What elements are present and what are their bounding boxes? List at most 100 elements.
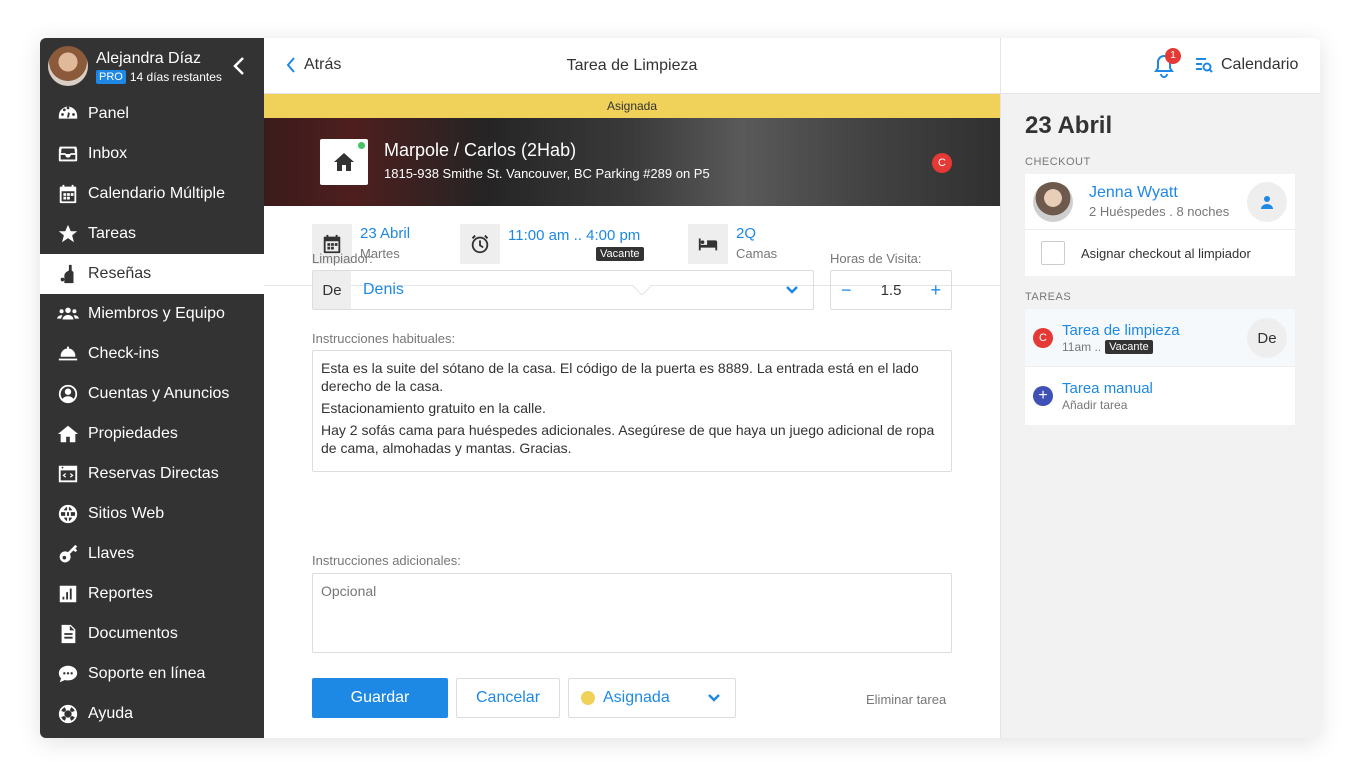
guest-details: 2 Huéspedes . 8 noches [1089, 204, 1230, 219]
assignee-avatar[interactable]: De [1247, 318, 1287, 358]
avatar [48, 46, 88, 86]
status-value: Asignada [603, 689, 670, 706]
sidebar-item-check-ins[interactable]: Check-ins [40, 334, 264, 374]
chart-icon [56, 582, 80, 606]
sidebar-item-propiedades[interactable]: Propiedades [40, 414, 264, 454]
day-panel: 1 Calendario 23 Abril CHECKOUT Jenna Wya… [1000, 38, 1320, 738]
sidebar-item-label: Reseñas [88, 265, 152, 282]
sidebar-item-label: Documentos [88, 625, 178, 642]
plan-badge: PRO [96, 69, 126, 84]
back-label: Atrás [304, 56, 342, 73]
task-beds[interactable]: 2Q [736, 224, 777, 244]
user-profile[interactable]: Alejandra Díaz PRO 14 días restantes [40, 38, 264, 94]
property-name[interactable]: Marpole / Carlos (2Hab) [384, 140, 576, 161]
cancel-button[interactable]: Cancelar [456, 678, 560, 718]
status-select[interactable]: Asignada [568, 678, 736, 718]
sidebar-item-label: Cuentas y Anuncios [88, 385, 230, 402]
cleaner-label: Limpiador: [312, 251, 373, 266]
main-content: Atrás Tarea de Limpieza Asignada Marpole… [264, 38, 1000, 738]
assign-checkout-checkbox[interactable] [1041, 241, 1065, 265]
sidebar-item-label: Llaves [88, 545, 135, 562]
calendar-icon [56, 182, 80, 206]
sidebar-item-soporte-en-linea[interactable]: Soporte en línea [40, 654, 264, 694]
sidebar-item-sitios-web[interactable]: Sitios Web [40, 494, 264, 534]
checkout-card: Jenna Wyatt 2 Huéspedes . 8 noches Asign… [1025, 174, 1295, 276]
top-bar-actions: 1 Calendario [1001, 38, 1320, 94]
sidebar-item-label: Propiedades [88, 425, 178, 442]
property-address: 1815-938 Smithe St. Vancouver, BC Parkin… [384, 166, 710, 181]
back-button[interactable]: Atrás [286, 56, 341, 74]
task-date[interactable]: 23 Abril [360, 224, 410, 244]
task-time[interactable]: 11:00 am .. 4:00 pm [508, 226, 644, 246]
sidebar-item-calendario-multiple[interactable]: Calendario Múltiple [40, 174, 264, 214]
status-dot [581, 691, 595, 705]
user-icon [1261, 196, 1273, 209]
task-name[interactable]: Tarea de limpieza [1062, 322, 1180, 339]
bell-service-icon [56, 342, 80, 366]
usual-instructions-label: Instrucciones habituales: [312, 331, 456, 346]
manual-task-name[interactable]: Tarea manual [1062, 380, 1153, 397]
home-icon [56, 422, 80, 446]
hours-label: Horas de Visita: [830, 251, 922, 266]
calendar-label: Calendario [1221, 56, 1299, 73]
sidebar-item-cuentas-y-anuncios[interactable]: Cuentas y Anuncios [40, 374, 264, 414]
extra-instructions-textarea[interactable]: Opcional [312, 573, 952, 653]
decrement-button[interactable]: − [841, 280, 852, 301]
guest-row[interactable]: Jenna Wyatt 2 Huéspedes . 8 noches [1025, 174, 1295, 230]
task-row[interactable]: C Tarea de limpieza 11am .. Vacante De [1025, 309, 1295, 367]
cleaning-badge: C [932, 153, 952, 173]
guest-name[interactable]: Jenna Wyatt [1089, 184, 1229, 202]
sidebar-item-label: Calendario Múltiple [88, 185, 225, 202]
vacancy-tag: Vacante [596, 247, 644, 261]
cleaner-avatar: De [313, 271, 351, 309]
add-manual-task-row[interactable]: + Tarea manual Añadir tarea [1025, 367, 1295, 425]
sidebar-item-reportes[interactable]: Reportes [40, 574, 264, 614]
sidebar-item-label: Panel [88, 105, 129, 122]
hours-value[interactable]: 1.5 [881, 282, 902, 299]
sidebar-item-tareas[interactable]: Tareas [40, 214, 264, 254]
home-icon [334, 153, 354, 171]
sidebar-item-llaves[interactable]: Llaves [40, 534, 264, 574]
bed-icon [698, 238, 718, 251]
sidebar-item-reservas-directas[interactable]: Reservas Directas [40, 454, 264, 494]
chevron-down-icon [708, 694, 720, 702]
trial-text: 14 días restantes [129, 69, 222, 84]
star-icon [56, 222, 80, 246]
cleaning-icon [56, 262, 80, 286]
lifebuoy-icon [56, 702, 80, 726]
guest-profile-button[interactable] [1247, 182, 1287, 222]
sidebar-item-label: Inbox [88, 145, 128, 162]
chevron-left-icon[interactable] [232, 56, 246, 76]
usual-instructions-textarea[interactable]: Esta es la suite del sótano de la casa. … [312, 350, 952, 472]
chevron-left-icon [286, 57, 295, 73]
alarm-clock-icon [471, 234, 489, 254]
status-banner: Asignada [264, 94, 1000, 118]
sidebar-item-panel[interactable]: Panel [40, 94, 264, 134]
document-icon [56, 622, 80, 646]
top-bar: Atrás Tarea de Limpieza [264, 38, 1000, 94]
app-window: Alejandra Díaz PRO 14 días restantes Pan… [40, 38, 1320, 738]
sidebar-item-label: Sitios Web [88, 505, 165, 522]
assign-checkout-row[interactable]: Asignar checkout al limpiador [1025, 230, 1295, 276]
save-button[interactable]: Guardar [312, 678, 448, 718]
team-icon [56, 302, 80, 326]
sidebar-item-ayuda[interactable]: Ayuda [40, 694, 264, 734]
chat-icon [56, 662, 80, 686]
sidebar-item-miembros-y-equipo[interactable]: Miembros y Equipo [40, 294, 264, 334]
sidebar-item-inbox[interactable]: Inbox [40, 134, 264, 174]
sidebar-item-documentos[interactable]: Documentos [40, 614, 264, 654]
code-window-icon [56, 462, 80, 486]
sidebar-item-label: Check-ins [88, 345, 160, 362]
vacancy-tag: Vacante [1105, 339, 1153, 354]
sidebar: Alejandra Díaz PRO 14 días restantes Pan… [40, 38, 264, 738]
property-thumbnail[interactable] [320, 139, 368, 185]
cleaner-select[interactable]: De Denis [312, 270, 814, 310]
extra-instructions-placeholder: Opcional [321, 583, 377, 599]
key-icon [56, 542, 80, 566]
sidebar-item-resenas[interactable]: Reseñas [40, 254, 264, 294]
cleaning-badge: C [1033, 327, 1053, 348]
delete-task-link[interactable]: Eliminar tarea [866, 692, 946, 707]
increment-button[interactable]: + [930, 280, 941, 301]
calendar-link[interactable]: Calendario [1195, 56, 1298, 74]
beds-label: Camas [736, 246, 778, 261]
